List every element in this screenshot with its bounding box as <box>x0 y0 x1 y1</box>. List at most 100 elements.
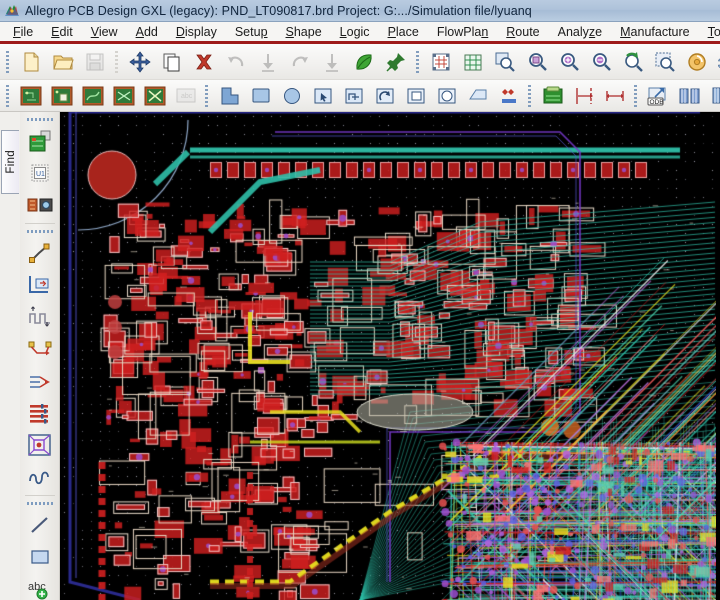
menu-item-add[interactable]: Add <box>127 23 167 41</box>
rail-separator <box>25 223 55 224</box>
connect-icon[interactable] <box>24 237 56 268</box>
menu-item-tools[interactable]: Tools <box>699 23 720 41</box>
menu-item-manufacture[interactable]: Manufacture <box>611 23 699 41</box>
toolbar-grip[interactable] <box>415 51 422 73</box>
menu-bar: FileEditViewAddDisplaySetupShapeLogicPla… <box>0 22 720 44</box>
refresh-leaf-icon[interactable] <box>348 46 380 78</box>
shape-select-icon[interactable] <box>307 82 338 110</box>
toolbar-grip[interactable] <box>5 85 12 107</box>
shape-circle-icon[interactable] <box>276 82 307 110</box>
custom-smooth-icon[interactable] <box>24 333 56 364</box>
window-title: Allegro PCB Design GXL (legacy): PND_LT0… <box>25 4 532 18</box>
toolbar-grip[interactable] <box>633 85 640 107</box>
svg-text:ODB: ODB <box>649 99 663 106</box>
undo-icon[interactable] <box>220 46 252 78</box>
pcb-render-surface[interactable] <box>60 112 716 600</box>
shape-island-icon[interactable] <box>462 82 493 110</box>
menu-item-edit[interactable]: Edit <box>42 23 82 41</box>
main-toolbar: 3D FLIP <box>0 44 720 80</box>
shape-rect-icon[interactable] <box>245 82 276 110</box>
menu-item-logic[interactable]: Logic <box>331 23 379 41</box>
find-tab-label: Find <box>5 150 17 174</box>
drill-legend-icon[interactable] <box>705 82 720 110</box>
zoom-previous-icon[interactable] <box>617 46 649 78</box>
shape-merge-icon[interactable] <box>400 82 431 110</box>
canvas-container <box>60 112 720 600</box>
shape-edit-boundary-icon[interactable] <box>338 82 369 110</box>
allegro-main-window: Allegro PCB Design GXL (legacy): PND_LT0… <box>0 0 720 600</box>
contour-route-icon[interactable] <box>24 429 56 460</box>
find-panel-strip: Find <box>0 112 20 600</box>
dimension-linear-icon[interactable] <box>599 82 630 110</box>
highlight-icon[interactable] <box>108 82 139 110</box>
zoom-area-icon[interactable] <box>649 46 681 78</box>
cross-section-icon[interactable] <box>674 82 705 110</box>
menu-item-display[interactable]: Display <box>167 23 226 41</box>
menu-item-view[interactable]: View <box>82 23 127 41</box>
shape-circle2-icon[interactable] <box>431 82 462 110</box>
rail-grip[interactable] <box>27 501 53 507</box>
menu-item-place[interactable]: Place <box>379 23 428 41</box>
delay-tune-icon[interactable] <box>24 301 56 332</box>
phase-tune-icon[interactable] <box>24 461 56 492</box>
shape-polygon-icon[interactable] <box>214 82 245 110</box>
draw-line-icon[interactable] <box>24 509 56 540</box>
toolbar-grip[interactable] <box>527 85 534 107</box>
menu-item-shape[interactable]: Shape <box>277 23 331 41</box>
shape-manual-void-icon[interactable] <box>369 82 400 110</box>
redo-all-icon[interactable] <box>316 46 348 78</box>
zoom-out-icon[interactable] <box>585 46 617 78</box>
assign-color-icon[interactable] <box>77 82 108 110</box>
toolbar-grip[interactable] <box>114 51 121 73</box>
dimension-left-icon[interactable] <box>568 82 599 110</box>
redo-icon[interactable] <box>284 46 316 78</box>
menu-item-analyze[interactable]: Analyze <box>549 23 611 41</box>
open-icon[interactable] <box>47 46 79 78</box>
swap-component-icon[interactable] <box>24 189 56 220</box>
display-blank-icon[interactable]: abc <box>170 82 201 110</box>
color-wheel-icon[interactable] <box>681 46 713 78</box>
add-text-icon[interactable]: abc <box>24 573 56 600</box>
allegro-logo-icon <box>4 3 20 19</box>
svg-text:abc: abc <box>181 93 193 100</box>
menu-item-flowplan[interactable]: FlowPlan <box>428 23 497 41</box>
work-area: Find U1 <box>0 112 720 600</box>
rail-separator <box>25 495 55 496</box>
save-icon[interactable] <box>79 46 111 78</box>
find-tab[interactable]: Find <box>1 130 19 194</box>
shape-antipad-icon[interactable] <box>493 82 524 110</box>
svg-text:U1: U1 <box>36 171 45 178</box>
rail-grip[interactable] <box>27 229 53 235</box>
rail-grip[interactable] <box>27 117 53 123</box>
title-bar: Allegro PCB Design GXL (legacy): PND_LT0… <box>0 0 720 22</box>
undo-all-icon[interactable] <box>252 46 284 78</box>
view-3d-icon[interactable]: 3D <box>713 46 720 78</box>
show-measure-icon[interactable] <box>46 82 77 110</box>
place-component-icon[interactable]: U1 <box>24 157 56 188</box>
toolbar-grip[interactable] <box>5 51 12 73</box>
slide-icon[interactable] <box>24 269 56 300</box>
zoom-by-points-icon[interactable] <box>489 46 521 78</box>
menu-item-file[interactable]: File <box>4 23 42 41</box>
move-icon[interactable] <box>124 46 156 78</box>
place-manual-icon[interactable] <box>24 125 56 156</box>
zoom-selection-icon[interactable] <box>521 46 553 78</box>
toolbar-grip[interactable] <box>204 85 211 107</box>
draw-rect-icon[interactable] <box>24 541 56 572</box>
route-spreadsheet-icon[interactable] <box>24 397 56 428</box>
menu-item-setup[interactable]: Setup <box>226 23 277 41</box>
dehighlight-icon[interactable] <box>139 82 170 110</box>
artwork-icon[interactable] <box>537 82 568 110</box>
pcb-design-canvas[interactable] <box>60 112 720 600</box>
zoom-fit-icon[interactable] <box>425 46 457 78</box>
show-element-icon[interactable] <box>15 82 46 110</box>
new-icon[interactable] <box>15 46 47 78</box>
zoom-in-icon[interactable] <box>553 46 585 78</box>
menu-item-route[interactable]: Route <box>497 23 548 41</box>
pin-icon[interactable] <box>380 46 412 78</box>
fanout-icon[interactable] <box>24 365 56 396</box>
copy-icon[interactable] <box>156 46 188 78</box>
odb-export-icon[interactable]: ODB <box>643 82 674 110</box>
delete-icon[interactable] <box>188 46 220 78</box>
zoom-world-icon[interactable] <box>457 46 489 78</box>
